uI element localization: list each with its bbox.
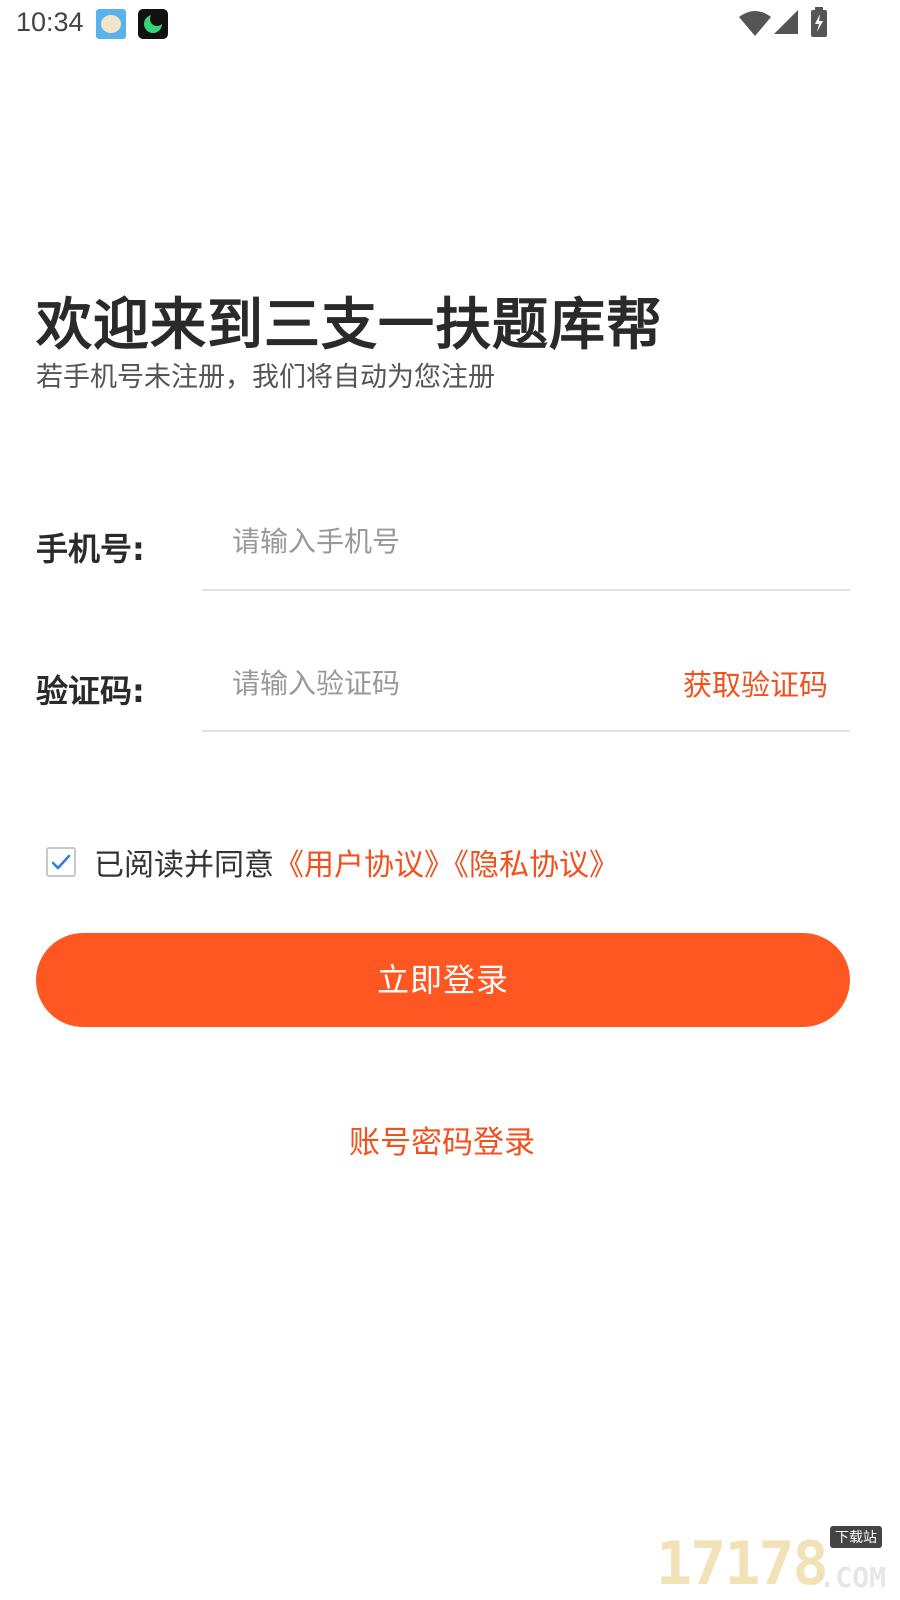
- app-icon-face: [96, 9, 126, 39]
- watermark-tag: 下载站: [830, 1526, 882, 1548]
- password-login-link[interactable]: 账号密码登录: [0, 1117, 884, 1162]
- privacy-agreement-link[interactable]: 《隐私协议》: [454, 848, 619, 883]
- code-label: 验证码:: [36, 672, 145, 710]
- status-bar: 10:34: [0, 0, 900, 48]
- wifi-icon: [739, 11, 771, 36]
- check-icon: [51, 854, 71, 870]
- status-time: 10:34: [16, 7, 84, 37]
- phone-label: 手机号:: [36, 530, 145, 568]
- code-underline: [202, 730, 850, 732]
- get-code-button[interactable]: 获取验证码: [683, 662, 828, 704]
- code-input[interactable]: [202, 655, 652, 711]
- login-button[interactable]: 立即登录: [36, 933, 850, 1027]
- agreement-prefix: 已阅读并同意: [94, 848, 274, 883]
- signal-icon: [774, 10, 798, 34]
- watermark-digits: 17178: [656, 1529, 829, 1599]
- user-agreement-link[interactable]: 《用户协议》: [274, 848, 454, 883]
- watermark-suffix: .COM: [818, 1561, 886, 1594]
- page-title: 欢迎来到三支一扶题库帮: [36, 293, 663, 358]
- app-icon-moon: [138, 9, 168, 39]
- phone-input[interactable]: [202, 513, 652, 569]
- agreement-text: 已阅读并同意《用户协议》《隐私协议》: [94, 840, 619, 884]
- agreement-checkbox[interactable]: [46, 847, 76, 877]
- battery-charging-icon: [811, 7, 827, 37]
- watermark-logo: 17178 下载站 .COM: [656, 1526, 886, 1596]
- page-subtitle: 若手机号未注册，我们将自动为您注册: [36, 362, 495, 393]
- phone-underline: [202, 589, 850, 591]
